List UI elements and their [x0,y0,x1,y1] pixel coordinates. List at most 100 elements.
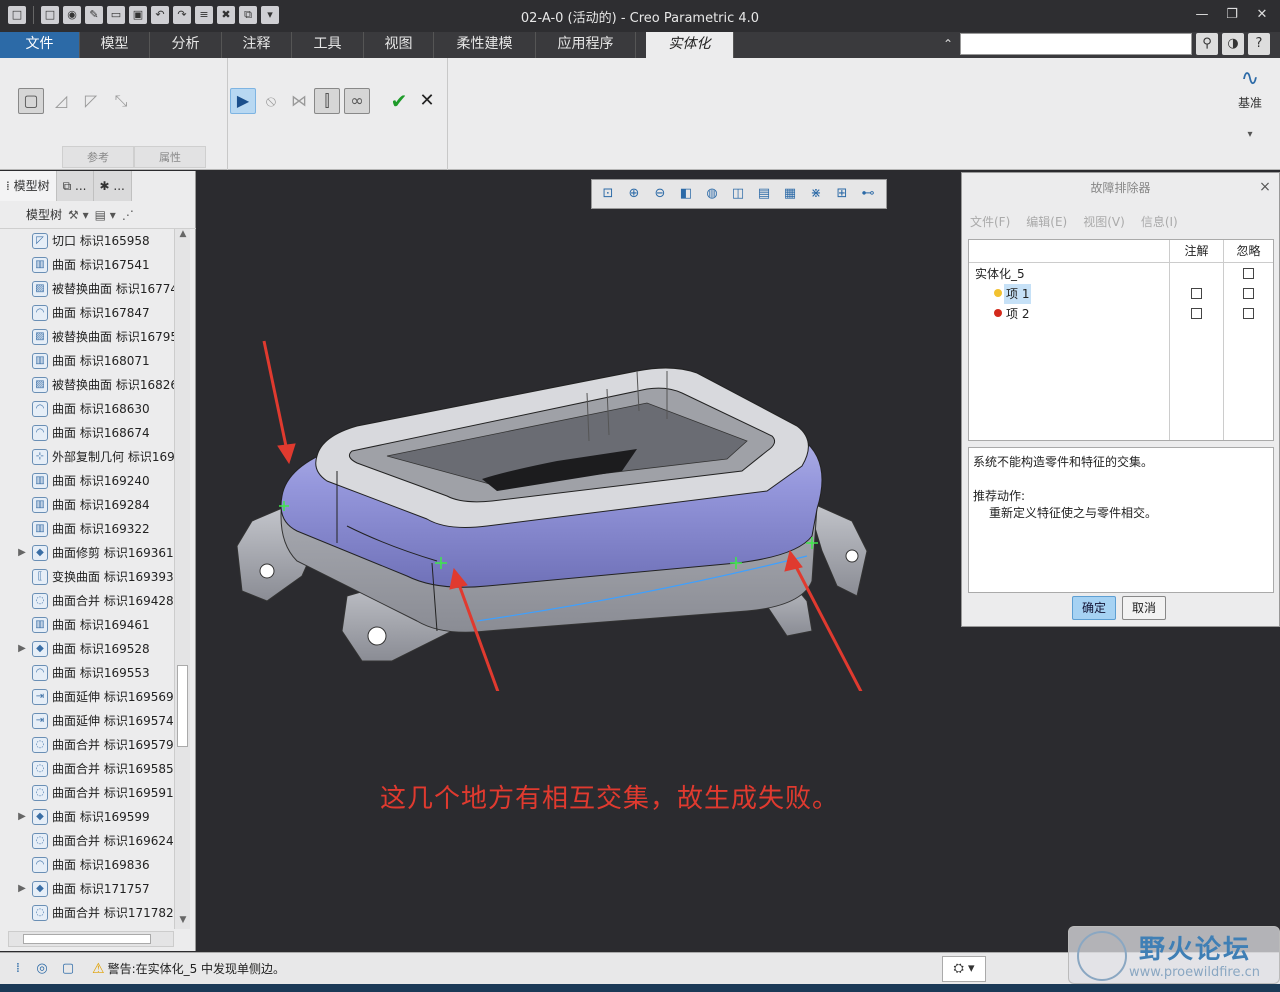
help-icon[interactable]: ? [1248,33,1270,55]
annotation-display-icon[interactable]: ⊞ [830,182,854,206]
tree-node[interactable]: ⇥ 曲面延伸 标识169574 [0,709,174,733]
tree-node[interactable]: ◠ 曲面 标识168630 [0,397,174,421]
tree-node[interactable]: ▥ 曲面 标识167541 [0,253,174,277]
scroll-up-icon[interactable]: ▲ [175,229,191,243]
tree-node[interactable]: ▶ ◆ 曲面 标识171757 [0,877,174,901]
ignore-checkbox[interactable] [1243,268,1254,279]
tab-favorites[interactable]: ✱ ... [93,171,132,201]
watch-case-model[interactable] [227,331,907,691]
close-button[interactable]: ✕ [1250,4,1274,26]
tree-node[interactable]: ▥ 曲面 标识169461 [0,613,174,637]
expand-arrow-icon[interactable]: ▶ [16,805,28,829]
expand-arrow-icon[interactable]: ▶ [16,637,28,661]
tab-references[interactable]: 参考 [62,146,134,168]
zoom-out-icon[interactable]: ⊖ [648,182,672,206]
tree-node[interactable]: ▥ 曲面 标识169322 [0,517,174,541]
tree-node[interactable]: ◌ 曲面合并 标识169579 [0,733,174,757]
repaint-icon[interactable]: ◧ [674,182,698,206]
menu-view[interactable]: 视图(V) [1083,213,1125,230]
tree-node[interactable]: ▨ 被替换曲面 标识16826 [0,373,174,397]
saved-views-icon[interactable]: ◫ [726,182,750,206]
pause-icon[interactable]: ▶ [230,88,256,114]
hscroll-thumb[interactable] [23,934,151,944]
tree-node[interactable]: ◌ 曲面合并 标识169585 [0,757,174,781]
close-icon[interactable]: × [1257,179,1273,195]
verify-icon[interactable]: ⫿ [314,88,340,114]
tree-node[interactable]: ⇥ 曲面延伸 标识169569 [0,685,174,709]
display-style-icon[interactable]: ◍ [700,182,724,206]
tree-settings-icon[interactable]: ⚒ ▾ [68,208,89,222]
tree-vertical-scrollbar[interactable]: ▲ ▼ [174,229,190,929]
ignore-checkbox[interactable] [1243,308,1254,319]
menu-info[interactable]: 信息(I) [1141,213,1178,230]
datum-display-icon[interactable]: ⋇ [804,182,828,206]
datum-button[interactable]: ∿ 基准 ▾ [1232,64,1268,140]
cancel-x-icon[interactable]: ✕ [414,88,440,114]
refit-icon[interactable]: ⊡ [596,182,620,206]
tab-view[interactable]: 视图 [364,32,434,58]
tab-properties[interactable]: 属性 [134,146,206,168]
tree-node[interactable]: ◠ 曲面 标识168674 [0,421,174,445]
table-row[interactable]: 项 1 [969,284,1273,304]
view-manager-icon[interactable]: ▤ [752,182,776,206]
tree-node[interactable]: ▥ 曲面 标识169240 [0,469,174,493]
tree-node[interactable]: ▶ ◆ 曲面 标识169528 [0,637,174,661]
tree-node[interactable]: ▨ 被替换曲面 标识16795 [0,325,174,349]
ok-check-icon[interactable]: ✔ [386,88,412,114]
tab-file[interactable]: 文件 [0,32,80,58]
tree-node[interactable]: ◸ 切口 标识165958 [0,229,174,253]
expand-arrow-icon[interactable]: ▶ [16,877,28,901]
full-screen-icon[interactable]: ▢ [58,959,78,979]
scroll-down-icon[interactable]: ▼ [175,915,191,929]
tree-node[interactable]: ▶ ◆ 曲面 标识169599 [0,805,174,829]
tree-node[interactable]: ▨ 被替换曲面 标识16774 [0,277,174,301]
tree-node[interactable]: ◠ 曲面 标识167847 [0,301,174,325]
table-row-root[interactable]: 实体化_5 [969,264,1273,284]
ignore-checkbox[interactable] [1243,288,1254,299]
tab-analysis[interactable]: 分析 [150,32,222,58]
tree-node[interactable]: ▶ ◆ 曲面修剪 标识169361 [0,541,174,565]
menu-edit[interactable]: 编辑(E) [1026,213,1067,230]
chevron-down-icon[interactable]: ▾ [1232,129,1268,140]
glasses-icon[interactable]: ∞ [344,88,370,114]
collapse-ribbon-icon[interactable]: ⌃ [940,37,956,51]
table-row[interactable]: 项 2 [969,304,1273,324]
expand-arrow-icon[interactable]: ▶ [16,541,28,565]
tab-flexible-modeling[interactable]: 柔性建模 [434,32,536,58]
tree-filter-icon[interactable]: ⋰ [122,208,134,222]
tab-solidify[interactable]: 实体化 [646,32,734,58]
tree-node[interactable]: ◠ 曲面 标识169553 [0,661,174,685]
tree-node[interactable]: ◠ 曲面 标识169836 [0,853,174,877]
tree-node[interactable]: ◌ 曲面合并 标识169591 [0,781,174,805]
tab-folder-browser[interactable]: ⧉ ... [56,171,94,201]
community-icon[interactable]: ◑ [1222,33,1244,55]
tab-model-tree[interactable]: ⁞ 模型树 [0,171,57,201]
remove-material-icon[interactable]: ◸ [78,88,104,114]
minimize-button[interactable]: — [1190,4,1214,26]
preview-icon[interactable]: ⋈ [286,88,312,114]
tree-node[interactable]: ⟦ 变换曲面 标识169393 [0,565,174,589]
tree-horizontal-scrollbar[interactable] [8,931,174,947]
note-checkbox[interactable] [1191,308,1202,319]
restore-button[interactable]: ❐ [1220,4,1244,26]
surface-solid-icon[interactable]: ◿ [48,88,74,114]
cancel-button[interactable]: 取消 [1122,596,1166,620]
note-checkbox[interactable] [1191,288,1202,299]
tree-node[interactable]: ▥ 曲面 标识169284 [0,493,174,517]
tab-tools[interactable]: 工具 [292,32,364,58]
search-icon[interactable]: ⚲ [1196,33,1218,55]
menu-file[interactable]: 文件(F) [970,213,1010,230]
browser-toggle-icon[interactable]: ◎ [32,959,52,979]
tree-columns-icon[interactable]: ▤ ▾ [95,208,116,222]
selection-filter[interactable]: ⛭ ▾ [942,956,986,982]
zoom-in-icon[interactable]: ⊕ [622,182,646,206]
search-input[interactable] [960,33,1192,55]
tree-node[interactable]: ▥ 曲面 标识168071 [0,349,174,373]
tree-node[interactable]: ⊹ 外部复制几何 标识169 [0,445,174,469]
scroll-thumb[interactable] [177,665,188,747]
tab-model[interactable]: 模型 [80,32,150,58]
no-preview-icon[interactable]: ⦸ [258,88,284,114]
tree-node[interactable]: ◌ 曲面合并 标识171782 [0,901,174,925]
tab-applications[interactable]: 应用程序 [536,32,636,58]
tree-node[interactable]: ◌ 曲面合并 标识169624 [0,829,174,853]
